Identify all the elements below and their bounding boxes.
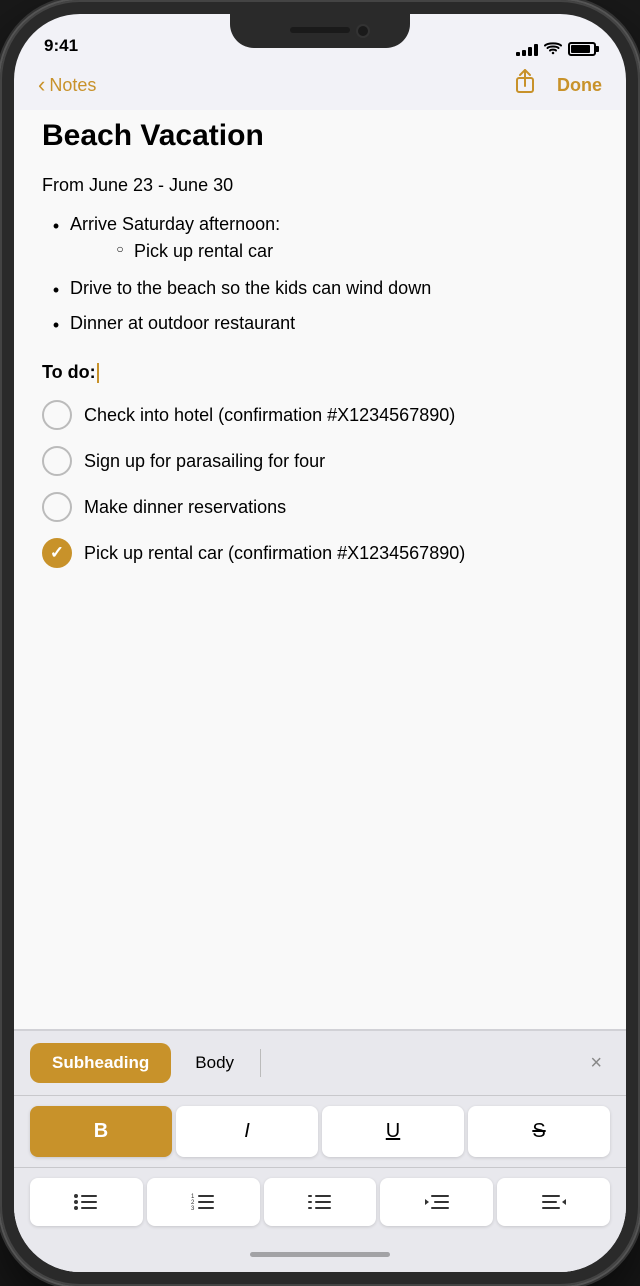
indent-left-button[interactable] bbox=[380, 1178, 493, 1226]
format-divider bbox=[260, 1049, 261, 1077]
bullet-item-1: • Arrive Saturday afternoon: ○ Pick up r… bbox=[42, 211, 598, 269]
bullet-list-icon bbox=[74, 1192, 98, 1212]
sub-bullet-dot-1: ○ bbox=[106, 238, 134, 258]
svg-text:3: 3 bbox=[191, 1206, 195, 1212]
indent-left-icon bbox=[425, 1192, 449, 1212]
italic-icon: I bbox=[244, 1120, 250, 1143]
note-content[interactable]: Beach Vacation From June 23 - June 30 • … bbox=[14, 110, 626, 1029]
bullet-list-button[interactable] bbox=[30, 1178, 143, 1226]
back-label: Notes bbox=[49, 75, 96, 96]
underline-icon: U bbox=[386, 1120, 400, 1143]
home-indicator bbox=[14, 1236, 626, 1272]
indent-right-icon bbox=[542, 1192, 566, 1212]
bullet-dot-2: • bbox=[42, 275, 70, 304]
bullet-item-2: • Drive to the beach so the kids can win… bbox=[42, 275, 598, 304]
signal-bar-3 bbox=[528, 47, 532, 56]
keyboard-area: Subheading Body × B I U S bbox=[14, 1029, 626, 1272]
sub-bullet-text-1: Pick up rental car bbox=[134, 238, 273, 265]
bullet-item-3: • Dinner at outdoor restaurant bbox=[42, 310, 598, 339]
subheading-format-button[interactable]: Subheading bbox=[30, 1043, 171, 1083]
signal-bar-4 bbox=[534, 44, 538, 56]
text-cursor bbox=[97, 363, 99, 383]
wifi-icon bbox=[544, 42, 562, 56]
todo-checkbox-2[interactable] bbox=[42, 446, 72, 476]
bullet-text-2: Drive to the beach so the kids can wind … bbox=[70, 275, 431, 302]
todo-text-1: Check into hotel (confirmation #X1234567… bbox=[84, 400, 455, 428]
todo-checkbox-1[interactable] bbox=[42, 400, 72, 430]
todo-text-2: Sign up for parasailing for four bbox=[84, 446, 325, 474]
format-close-button[interactable]: × bbox=[582, 1048, 610, 1079]
signal-bar-1 bbox=[516, 52, 520, 56]
todo-section: To do: Check into hotel (confirmation #X… bbox=[42, 359, 598, 568]
style-toolbar: B I U S bbox=[14, 1096, 626, 1168]
todo-item-1[interactable]: Check into hotel (confirmation #X1234567… bbox=[42, 400, 598, 430]
bullet-dot-3: • bbox=[42, 310, 70, 339]
screen: 9:41 bbox=[14, 14, 626, 1272]
bullet-dot-1: • bbox=[42, 211, 70, 240]
note-body: From June 23 - June 30 • Arrive Saturday… bbox=[42, 172, 598, 568]
bullet-text-1: Arrive Saturday afternoon: ○ Pick up ren… bbox=[70, 211, 280, 269]
signal-bar-2 bbox=[522, 50, 526, 56]
share-button[interactable] bbox=[513, 68, 537, 102]
format-toolbar: Subheading Body × bbox=[14, 1031, 626, 1096]
todo-heading: To do: bbox=[42, 359, 598, 386]
note-date-line: From June 23 - June 30 bbox=[42, 172, 598, 199]
bold-icon: B bbox=[94, 1120, 108, 1143]
todo-text-4: Pick up rental car (confirmation #X12345… bbox=[84, 538, 465, 566]
underline-style-button[interactable]: U bbox=[322, 1106, 464, 1157]
signal-bars bbox=[516, 42, 538, 56]
status-icons bbox=[516, 42, 596, 56]
todo-checkbox-3[interactable] bbox=[42, 492, 72, 522]
notch bbox=[230, 14, 410, 48]
home-bar bbox=[250, 1252, 390, 1257]
dash-list-icon bbox=[308, 1192, 332, 1212]
bullet-list: • Arrive Saturday afternoon: ○ Pick up r… bbox=[42, 211, 598, 339]
battery-fill bbox=[571, 45, 590, 53]
numbered-list-button[interactable]: 1 2 3 bbox=[147, 1178, 260, 1226]
bullet-text-3: Dinner at outdoor restaurant bbox=[70, 310, 295, 337]
sub-bullet-item-1: ○ Pick up rental car bbox=[106, 238, 280, 265]
strikethrough-icon: S bbox=[532, 1120, 545, 1143]
note-title: Beach Vacation bbox=[42, 118, 598, 154]
phone-frame: 9:41 bbox=[0, 0, 640, 1286]
todo-checkbox-4[interactable] bbox=[42, 538, 72, 568]
indent-right-button[interactable] bbox=[497, 1178, 610, 1226]
todo-text-3: Make dinner reservations bbox=[84, 492, 286, 520]
strikethrough-style-button[interactable]: S bbox=[468, 1106, 610, 1157]
bold-style-button[interactable]: B bbox=[30, 1106, 172, 1157]
status-time: 9:41 bbox=[44, 36, 78, 56]
speaker bbox=[290, 27, 350, 33]
list-toolbar: 1 2 3 bbox=[14, 1168, 626, 1236]
todo-item-3[interactable]: Make dinner reservations bbox=[42, 492, 598, 522]
battery-icon bbox=[568, 42, 596, 56]
dash-list-button[interactable] bbox=[264, 1178, 377, 1226]
back-button[interactable]: ‹ Notes bbox=[38, 72, 96, 98]
nav-bar: ‹ Notes Done bbox=[14, 64, 626, 110]
todo-item-2[interactable]: Sign up for parasailing for four bbox=[42, 446, 598, 476]
body-format-button[interactable]: Body bbox=[179, 1043, 250, 1083]
todo-item-4[interactable]: Pick up rental car (confirmation #X12345… bbox=[42, 538, 598, 568]
back-chevron-icon: ‹ bbox=[38, 72, 45, 98]
camera bbox=[356, 24, 370, 38]
italic-style-button[interactable]: I bbox=[176, 1106, 318, 1157]
nav-right: Done bbox=[513, 68, 602, 102]
numbered-list-icon: 1 2 3 bbox=[191, 1192, 215, 1212]
done-button[interactable]: Done bbox=[557, 75, 602, 96]
